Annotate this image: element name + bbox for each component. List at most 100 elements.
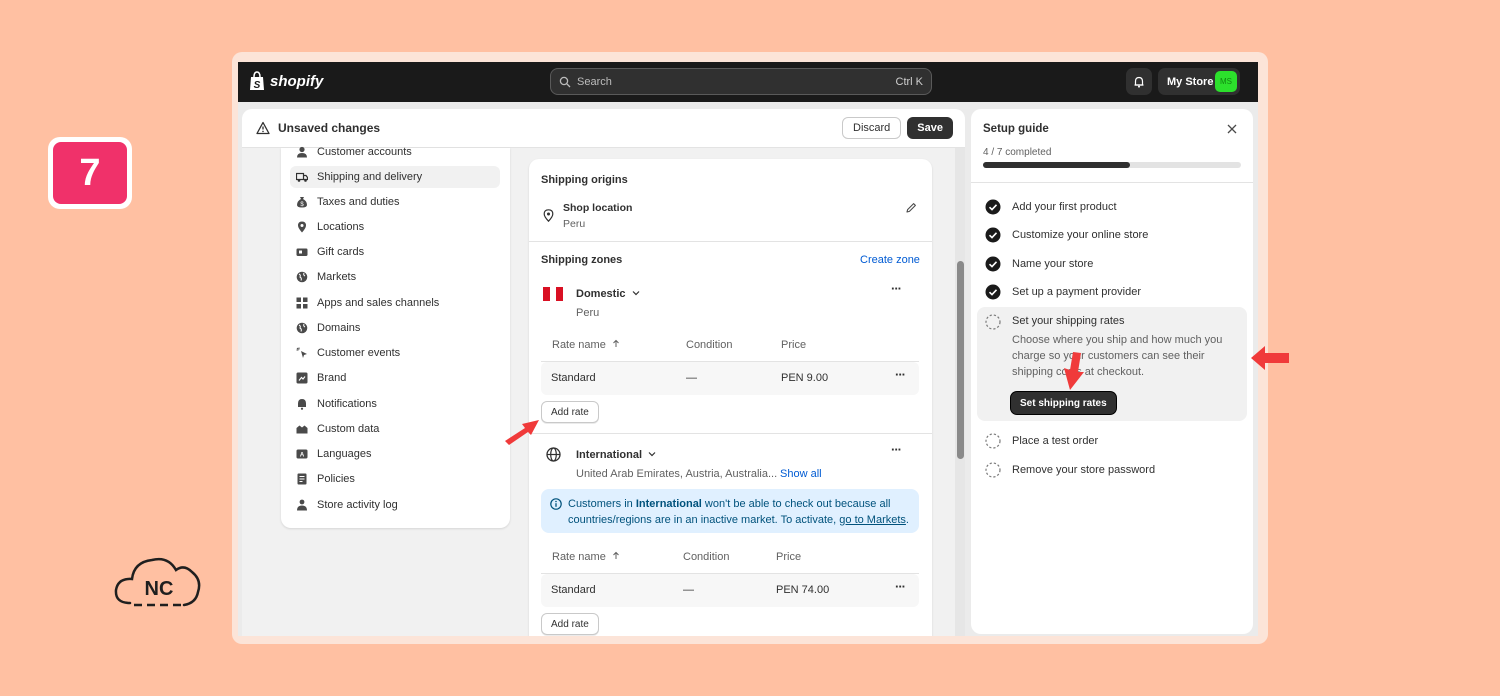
step-customize-online-store[interactable]: Customize your online store	[985, 224, 1241, 246]
set-shipping-rates-button[interactable]: Set shipping rates	[1011, 392, 1116, 414]
language-icon: A	[296, 449, 308, 459]
sidebar-item-label: Policies	[317, 473, 355, 485]
globe-icon	[296, 322, 308, 334]
progress-bar	[983, 162, 1241, 168]
sidebar-item-notifications[interactable]: Notifications	[290, 393, 500, 415]
setup-guide-title: Setup guide	[983, 123, 1049, 135]
search-input[interactable]: Search Ctrl K	[550, 68, 932, 95]
step-number: 7	[53, 142, 127, 204]
document-icon	[297, 473, 307, 485]
step-name-your-store[interactable]: Name your store	[985, 253, 1241, 275]
sidebar-item-customer-accounts[interactable]: Customer accounts	[290, 141, 500, 163]
activity-log-icon	[297, 499, 307, 511]
sidebar-item-policies[interactable]: Policies	[290, 468, 500, 490]
rate-more-actions-button[interactable]: ···	[895, 579, 906, 594]
step-set-up-payment-provider[interactable]: Set up a payment provider	[985, 281, 1241, 303]
sidebar-item-label: Store activity log	[317, 499, 398, 511]
bell-icon	[1134, 76, 1144, 88]
create-zone-link[interactable]: Create zone	[860, 254, 920, 266]
discard-button[interactable]: Discard	[842, 117, 902, 139]
sidebar-item-label: Notifications	[317, 398, 377, 410]
step-set-shipping-rates: Set your shipping rates Choose where you…	[977, 307, 1247, 421]
table-row	[541, 362, 919, 395]
step-add-first-product[interactable]: Add your first product	[985, 196, 1241, 218]
column-header-rate-name[interactable]: Rate name	[552, 339, 620, 351]
sidebar-item-locations[interactable]: Locations	[290, 216, 500, 238]
rate-name-cell: Standard	[551, 372, 596, 384]
logo-text: shopify	[270, 72, 324, 90]
annotation-arrow-icon	[1251, 346, 1289, 370]
sort-icon	[613, 551, 619, 559]
step-label: Set up a payment provider	[1012, 286, 1142, 298]
sidebar-item-label: Gift cards	[317, 246, 365, 258]
add-rate-button[interactable]: Add rate	[541, 401, 599, 423]
step-label: Place a test order	[1012, 435, 1099, 447]
svg-text:S: S	[254, 80, 261, 91]
column-header-label: Rate name	[552, 551, 606, 563]
go-to-markets-link[interactable]: go to Markets	[839, 514, 906, 526]
zone-countries: Peru	[576, 307, 600, 319]
step-description: Choose where you ship and how much you c…	[1012, 334, 1223, 378]
sidebar-item-languages[interactable]: A Languages	[290, 443, 500, 465]
gift-card-icon	[296, 248, 308, 256]
sidebar-item-markets[interactable]: Markets	[290, 266, 500, 288]
step-label: Remove your store password	[1012, 464, 1156, 476]
search-shortcut: Ctrl K	[895, 75, 924, 88]
sidebar-item-label: Taxes and duties	[317, 196, 400, 208]
shipping-content-card: Shipping origins Shop location Peru Ship…	[529, 159, 932, 636]
bell-icon	[298, 399, 306, 410]
notifications-button[interactable]	[1126, 68, 1152, 95]
table-row	[541, 574, 919, 607]
sidebar-item-label: Languages	[317, 448, 372, 460]
check-circle-icon	[985, 256, 1001, 272]
step-label: Add your first product	[1012, 201, 1117, 213]
column-header-condition: Condition	[686, 339, 733, 351]
step-place-test-order[interactable]: Place a test order	[985, 430, 1241, 452]
sidebar-item-label: Customer accounts	[317, 146, 412, 158]
sidebar-item-apps-and-sales-channels[interactable]: Apps and sales channels	[290, 292, 500, 314]
zone-name-international[interactable]: International	[576, 449, 656, 461]
sidebar-item-gift-cards[interactable]: Gift cards	[290, 241, 500, 263]
sidebar-item-brand[interactable]: Brand	[290, 367, 500, 389]
sidebar-item-shipping-and-delivery[interactable]: Shipping and delivery	[290, 166, 500, 188]
sidebar-item-domains[interactable]: Domains	[290, 317, 500, 339]
sidebar-item-label: Markets	[317, 271, 357, 283]
sidebar-item-customer-events[interactable]: Customer events	[290, 342, 500, 364]
warning-icon	[256, 121, 270, 135]
settings-navigation: Customer accounts Shipping and delivery …	[281, 146, 510, 528]
banner-text-suffix: .	[905, 514, 909, 526]
shopify-logo[interactable]: S shopify	[248, 71, 323, 91]
database-icon	[296, 425, 308, 434]
rate-condition-cell: —	[683, 584, 694, 596]
avatar: MS	[1215, 71, 1237, 92]
edit-pencil-icon[interactable]	[905, 202, 917, 214]
close-icon[interactable]	[1227, 124, 1237, 134]
store-menu-button[interactable]: My Store MS	[1158, 68, 1240, 95]
sidebar-item-store-activity-log[interactable]: Store activity log	[290, 494, 500, 516]
person-icon	[297, 146, 307, 158]
add-rate-button[interactable]: Add rate	[541, 613, 599, 635]
show-all-link[interactable]: Show all	[780, 468, 822, 480]
setup-guide-panel: Setup guide 4 / 7 completed Add your fir…	[971, 109, 1253, 634]
sidebar-item-custom-data[interactable]: Custom data	[290, 418, 500, 440]
sidebar-item-taxes-and-duties[interactable]: $ Taxes and duties	[290, 191, 500, 213]
save-button[interactable]: Save	[907, 117, 953, 139]
scrollbar-thumb[interactable]	[957, 261, 964, 459]
chevron-down-icon	[632, 291, 640, 296]
info-icon	[550, 498, 562, 510]
zone-name-label: Domestic	[576, 288, 626, 300]
zone-more-actions-button[interactable]: ···	[891, 442, 902, 457]
column-header-rate-name[interactable]: Rate name	[552, 551, 620, 563]
rate-price-cell: PEN 9.00	[781, 372, 829, 384]
globe-icon	[296, 271, 308, 283]
rate-more-actions-button[interactable]: ···	[895, 367, 906, 382]
divider	[971, 182, 1253, 183]
step-label[interactable]: Set your shipping rates	[1012, 315, 1125, 327]
globe-icon	[546, 447, 561, 462]
shopify-bag-icon: S	[250, 71, 264, 91]
step-remove-store-password[interactable]: Remove your store password	[985, 459, 1241, 481]
zone-more-actions-button[interactable]: ···	[891, 281, 902, 296]
zone-name-domestic[interactable]: Domestic	[576, 288, 640, 300]
shipping-origins-title: Shipping origins	[541, 174, 628, 186]
check-circle-icon	[985, 199, 1001, 215]
